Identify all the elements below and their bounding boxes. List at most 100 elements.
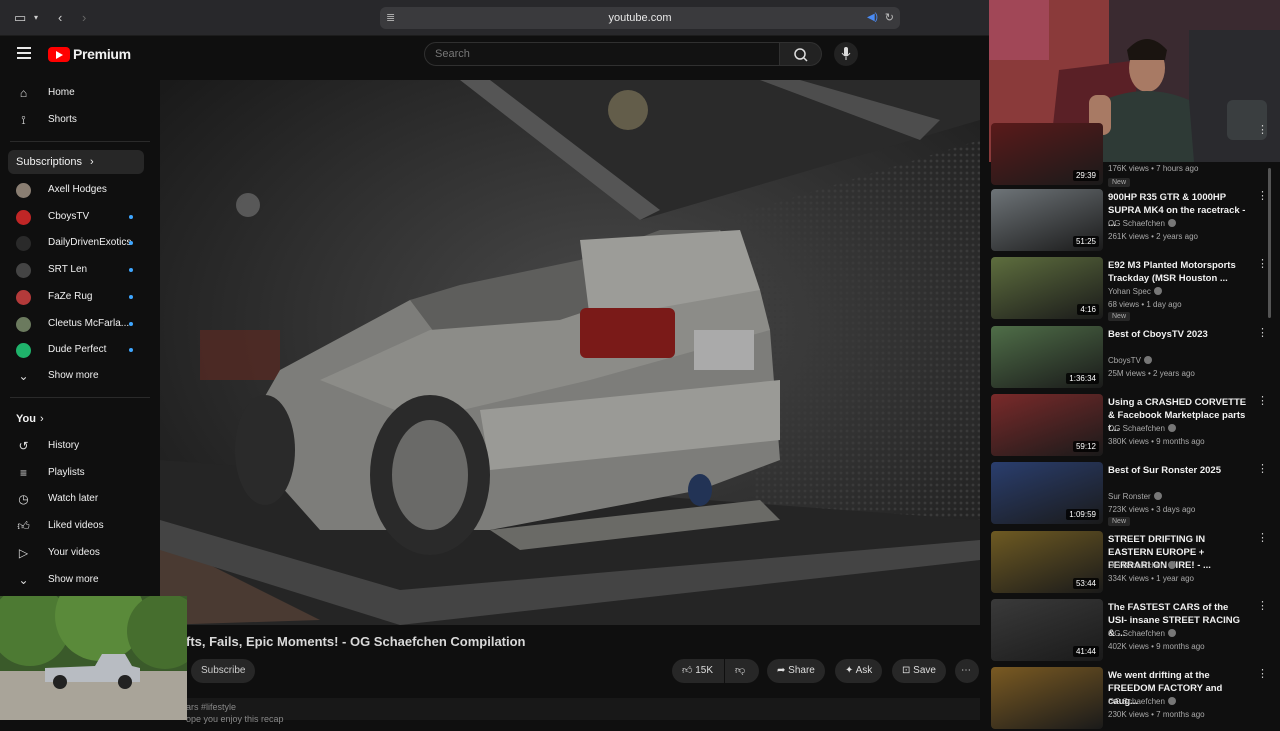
chevron-down-icon[interactable]: ▾ xyxy=(34,10,38,26)
video-thumbnail[interactable]: 1:36:34 xyxy=(991,325,1103,388)
ask-button[interactable]: ✦ Ask xyxy=(835,659,883,683)
duration-badge: 51:25 xyxy=(1072,236,1099,247)
video-thumbnail[interactable]: 59:12 xyxy=(991,393,1103,456)
chevron-right-icon: › xyxy=(40,413,44,425)
sidebar-item-shorts[interactable]: ⟟ Shorts xyxy=(0,108,148,132)
sidebar-item-liked-videos[interactable]: 👍︎ Liked videos xyxy=(0,514,148,538)
search-input[interactable]: Search xyxy=(424,42,780,66)
sidebar-item-subscription[interactable]: SRT Len xyxy=(0,258,148,282)
show-more-subscriptions[interactable]: ⌄ Show more xyxy=(0,364,148,388)
video-thumbnail[interactable]: 51:25 xyxy=(991,189,1103,251)
search-icon xyxy=(794,48,808,62)
you-label: You xyxy=(16,413,36,425)
channel-name[interactable]: OG Schaefchen xyxy=(1108,628,1176,638)
subscribe-button[interactable]: Subscribe xyxy=(191,659,256,683)
forward-icon[interactable]: › xyxy=(82,10,86,26)
scrollbar[interactable] xyxy=(1268,168,1271,318)
more-actions-button[interactable]: ⋯ xyxy=(955,659,979,683)
recommended-video[interactable]: We went drifting at the FREEDOM FACTORY … xyxy=(991,667,1278,731)
more-vert-icon[interactable]: ⋮ xyxy=(1257,669,1268,680)
channel-name[interactable]: Yohan Spec xyxy=(1108,287,1162,296)
sidebar-item-playlists[interactable]: ≡ Playlists xyxy=(0,461,148,485)
sidebar-item-subscription[interactable]: FaZe Rug xyxy=(0,285,148,309)
recommended-video[interactable]: 1:36:34 Best of CboysTV 2023 CboysTV 25M vi… xyxy=(991,325,1278,390)
back-icon[interactable]: ‹ xyxy=(58,10,62,26)
sidebar-item-label: Liked videos xyxy=(48,520,104,532)
more-vert-icon[interactable]: ⋮ xyxy=(1257,259,1268,270)
overlay-thumbnail xyxy=(0,596,187,720)
sidebar-toggle-icon[interactable]: ▭ xyxy=(14,10,26,26)
recommended-video[interactable]: 51:25 900HP R35 GTR & 1000HP SUPRA MK4 on… xyxy=(991,189,1278,253)
recommended-video[interactable]: 29:39 176K views • 7 hours ago New ⋮ xyxy=(991,123,1278,187)
more-vert-icon[interactable]: ⋮ xyxy=(1257,600,1268,611)
search-button[interactable] xyxy=(780,42,822,66)
video-thumbnail[interactable]: 29:39 xyxy=(991,123,1103,185)
more-icon: ⋯ xyxy=(961,665,971,676)
reload-icon[interactable]: ↻ xyxy=(885,7,894,29)
new-content-dot xyxy=(129,294,133,299)
sidebar-item-home[interactable]: ⌂ Home xyxy=(0,81,148,105)
channel-name[interactable]: OG Schaefchen xyxy=(1108,560,1176,570)
youtube-logo[interactable]: Premium xyxy=(48,45,131,63)
video-thumbnail[interactable]: 4:16 xyxy=(991,257,1103,320)
sidebar-item-label: Axell Hodges xyxy=(48,184,107,195)
new-badge: New xyxy=(1108,312,1131,322)
show-more-you[interactable]: ⌄ Show more xyxy=(0,568,148,592)
sidebar-item-subscription[interactable]: CboysTV xyxy=(0,205,148,229)
channel-name[interactable]: OG Schaefchen xyxy=(1108,219,1176,228)
more-vert-icon[interactable]: ⋮ xyxy=(1257,395,1268,406)
video-meta: 230K views • 7 months ago xyxy=(1108,710,1205,720)
dislike-button[interactable]: 👎︎ xyxy=(725,659,759,683)
subscriptions-label: Subscriptions xyxy=(16,156,83,168)
recommended-video[interactable]: 1:09:59 Best of Sur Ronster 2025 Sur Ronst… xyxy=(991,462,1278,527)
recommended-video[interactable]: 53:44 STREET DRIFTING IN EASTERN EUROPE +… xyxy=(991,530,1278,595)
video-player[interactable] xyxy=(160,80,980,625)
recommended-video[interactable]: 59:12 Using a CRASHED CORVETTE & Facebook… xyxy=(991,393,1278,458)
video-thumbnail[interactable]: 41:44 xyxy=(991,598,1103,661)
subscriptions-header[interactable]: Subscriptions › xyxy=(8,150,144,174)
share-button[interactable]: ➦ Share xyxy=(767,659,825,683)
reader-icon[interactable]: ≣ xyxy=(386,7,395,29)
sidebar-item-your-videos[interactable]: ▷ Your videos xyxy=(0,541,148,565)
save-button[interactable]: ⊡ Save xyxy=(892,659,946,683)
sidebar-item-subscription[interactable]: Axell Hodges xyxy=(0,178,148,202)
description-box[interactable]: ars #lifestyle ope you enjoy this recap xyxy=(160,698,980,724)
sidebar-item-subscription[interactable]: DailyDrivenExotics xyxy=(0,231,148,255)
verified-icon xyxy=(1167,219,1176,227)
share-label: Share xyxy=(788,665,815,676)
sidebar-item-watch-later[interactable]: ◷ Watch later xyxy=(0,487,148,511)
video-thumbnail[interactable]: 1:09:59 xyxy=(991,462,1103,525)
video-meta: 68 views • 1 day ago xyxy=(1108,300,1182,310)
menu-icon[interactable] xyxy=(17,47,31,59)
channel-name[interactable]: Sur Ronster xyxy=(1108,492,1162,501)
channel-name[interactable]: CboysTV xyxy=(1108,355,1152,365)
sidebar-item-subscription[interactable]: Cleetus McFarla... xyxy=(0,312,148,336)
more-vert-icon[interactable]: ⋮ xyxy=(1257,125,1268,136)
more-vert-icon[interactable]: ⋮ xyxy=(1257,191,1268,202)
video-thumbnail[interactable]: 53:44 xyxy=(991,530,1103,593)
you-header[interactable]: You › xyxy=(0,407,148,431)
channel-avatar xyxy=(16,236,31,252)
channel-name[interactable]: OG Schaefchen xyxy=(1108,423,1176,433)
channel-name[interactable]: OG Schaefchen xyxy=(1108,697,1176,706)
address-bar[interactable]: ≣ youtube.com ◀) ↻ xyxy=(380,7,900,29)
voice-search-button[interactable] xyxy=(834,42,858,66)
channel-avatar xyxy=(16,316,31,332)
video-meta: 402K views • 9 months ago xyxy=(1108,641,1205,651)
like-count: 15K xyxy=(695,665,714,676)
verified-icon xyxy=(1167,560,1176,569)
more-vert-icon[interactable]: ⋮ xyxy=(1257,327,1268,338)
verified-icon xyxy=(1153,492,1162,501)
more-vert-icon[interactable]: ⋮ xyxy=(1257,532,1268,543)
sidebar-item-subscription[interactable]: Dude Perfect xyxy=(0,338,148,362)
recommended-video[interactable]: 41:44 The FASTEST CARS of the USI- insane… xyxy=(991,598,1278,663)
new-badge: New xyxy=(1108,178,1131,187)
audio-icon[interactable]: ◀) xyxy=(867,7,878,29)
sidebar-item-history[interactable]: ↺ History xyxy=(0,434,148,458)
verified-icon xyxy=(1167,628,1176,637)
recommended-video[interactable]: 4:16 E92 M3 Planted Motorsports Trackday … xyxy=(991,257,1278,322)
playlists-icon: ≡ xyxy=(19,465,27,480)
like-button[interactable]: 👍︎ 15K xyxy=(672,659,724,683)
more-vert-icon[interactable]: ⋮ xyxy=(1257,464,1268,475)
video-meta: 723K views • 3 days ago xyxy=(1108,505,1196,515)
